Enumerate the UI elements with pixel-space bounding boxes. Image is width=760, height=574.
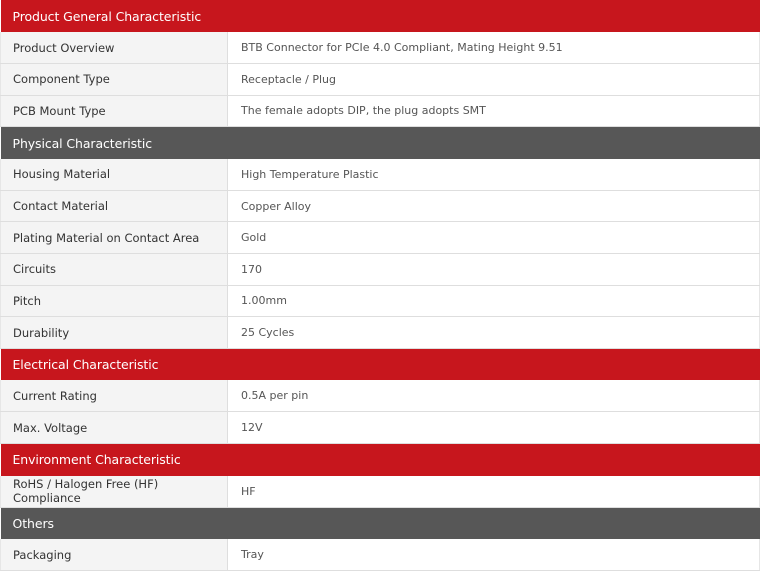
- table-row: Housing Material High Temperature Plasti…: [0, 158, 760, 191]
- table-row: Durability 25 Cycles: [0, 316, 760, 349]
- row-label: Plating Material on Contact Area: [0, 221, 228, 255]
- row-label: PCB Mount Type: [0, 95, 228, 128]
- row-label: Product Overview: [0, 32, 228, 65]
- row-label: Max. Voltage: [0, 411, 228, 445]
- row-label: Pitch: [0, 285, 228, 318]
- section-title: Physical Characteristic: [0, 126, 760, 159]
- section-header-general: Product General Characteristic: [0, 0, 760, 32]
- section-title: Product General Characteristic: [0, 0, 760, 32]
- row-value: High Temperature Plastic: [227, 158, 760, 191]
- section-header-physical: Physical Characteristic: [0, 126, 760, 159]
- row-value: The female adopts DIP, the plug adopts S…: [227, 95, 760, 128]
- section-header-others: Others: [0, 507, 760, 540]
- table-row: Circuits 170: [0, 253, 760, 286]
- row-label: Durability: [0, 316, 228, 349]
- row-label: Contact Material: [0, 190, 228, 223]
- row-label: RoHS / Halogen Free (HF) Compliance: [0, 475, 228, 508]
- table-row: Current Rating 0.5A per pin: [0, 380, 760, 413]
- row-value: 0.5A per pin: [227, 380, 760, 413]
- row-value: 170: [227, 253, 760, 286]
- row-label: Housing Material: [0, 158, 228, 191]
- row-label: Circuits: [0, 253, 228, 286]
- table-row: RoHS / Halogen Free (HF) Compliance HF: [0, 475, 760, 508]
- row-value: HF: [227, 475, 760, 508]
- row-label: Component Type: [0, 63, 228, 96]
- table-row: Product Overview BTB Connector for PCIe …: [0, 32, 760, 65]
- row-label: Packaging: [0, 539, 228, 572]
- table-row: Max. Voltage 12V: [0, 411, 760, 445]
- section-header-electrical: Electrical Characteristic: [0, 348, 760, 381]
- table-row: Packaging Tray: [0, 539, 760, 572]
- section-title: Environment Characteristic: [0, 443, 760, 476]
- row-value: Copper Alloy: [227, 190, 760, 223]
- row-value: 1.00mm: [227, 285, 760, 318]
- table-row: Contact Material Copper Alloy: [0, 190, 760, 223]
- section-title: Others: [0, 507, 760, 540]
- table-row: Plating Material on Contact Area Gold: [0, 221, 760, 255]
- table-row: PCB Mount Type The female adopts DIP, th…: [0, 95, 760, 128]
- row-value: 25 Cycles: [227, 316, 760, 349]
- section-title: Electrical Characteristic: [0, 348, 760, 381]
- row-value: 12V: [227, 411, 760, 445]
- table-row: Component Type Receptacle / Plug: [0, 63, 760, 96]
- table-row: Pitch 1.00mm: [0, 285, 760, 318]
- row-value: Receptacle / Plug: [227, 63, 760, 96]
- row-value: Gold: [227, 221, 760, 255]
- section-header-environment: Environment Characteristic: [0, 443, 760, 476]
- spec-table: Product General Characteristic Product O…: [0, 0, 760, 572]
- row-value: BTB Connector for PCIe 4.0 Compliant, Ma…: [227, 32, 760, 65]
- row-label: Current Rating: [0, 380, 228, 413]
- row-value: Tray: [227, 539, 760, 572]
